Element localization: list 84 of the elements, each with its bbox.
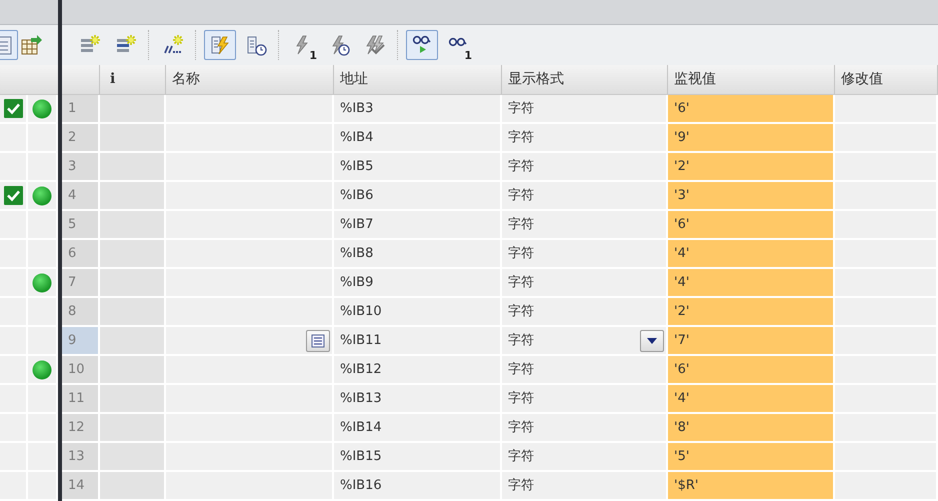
status-dot (32, 272, 52, 292)
table-cell-text: 字符 (508, 448, 534, 466)
table-cell: %IB3 (334, 95, 502, 122)
table-cell-text: 字符 (508, 216, 534, 234)
table-cell: '2' (668, 153, 835, 180)
checkbox[interactable] (4, 186, 22, 205)
table-cell-text: 字符 (508, 360, 534, 379)
table-cell-text: 字符 (508, 244, 534, 263)
table-cell: '3' (668, 182, 835, 209)
row-number[interactable]: 11 (62, 385, 100, 412)
table-cell-text: 字符 (508, 274, 534, 292)
row-number[interactable]: 13 (62, 443, 100, 470)
table-cell: '2' (668, 298, 835, 325)
row-number[interactable]: 12 (62, 414, 100, 441)
column-header[interactable]: 名称 (166, 65, 334, 94)
table-cell-text: 字符 (508, 128, 534, 147)
status-dot (32, 186, 52, 206)
row-number[interactable]: 1 (62, 95, 100, 122)
caret-icon (647, 338, 657, 344)
toolbar-button[interactable]: 1 (287, 30, 319, 60)
table-cell: '4' (668, 240, 835, 267)
table-cell: %IB5 (334, 153, 502, 180)
dropdown-button[interactable] (640, 330, 664, 352)
row-number[interactable]: 8 (62, 298, 100, 325)
table-cell: %IB16 (334, 472, 502, 499)
list-lightning-icon (209, 34, 231, 56)
table-cell-text: 字符 (508, 476, 534, 495)
table-cell: '6' (668, 356, 835, 383)
panel-header-bar (0, 0, 58, 25)
row-number[interactable]: 14 (62, 472, 100, 499)
column-header[interactable]: 显示格式 (502, 65, 668, 94)
column-header[interactable]: 监视值 (668, 65, 835, 94)
table-cell: %IB4 (334, 124, 502, 151)
table-cell: %IB13 (334, 385, 502, 412)
checkbox[interactable] (4, 99, 22, 118)
table-arrow-icon (20, 34, 42, 56)
table-cell: %IB7 (334, 211, 502, 238)
table-cell: %IB12 (334, 356, 502, 383)
table-cell: %IB11 (334, 327, 502, 354)
lightning-check-icon (364, 34, 386, 56)
column-header[interactable]: i (100, 65, 166, 94)
list-clock-icon (245, 34, 267, 56)
list-icon (311, 334, 325, 348)
toolbar-button[interactable]: 1 (442, 30, 474, 60)
status-dot (32, 98, 52, 118)
row-number[interactable]: 9 (62, 327, 100, 354)
table-cell: '6' (668, 211, 835, 238)
column-header[interactable]: 地址 (334, 65, 502, 94)
table-cell-text: 字符 (508, 390, 534, 408)
glasses-icon (447, 36, 469, 46)
table-cell: %IB10 (334, 298, 502, 325)
row-number[interactable]: 6 (62, 240, 100, 267)
list-button[interactable] (306, 330, 330, 352)
table-cell: %IB9 (334, 269, 502, 296)
table-cell-text: 字符 (508, 186, 534, 205)
table-cell: '6' (668, 95, 835, 122)
glasses-play-icon (411, 34, 433, 56)
table-cell-text: 字符 (508, 158, 534, 176)
row-number[interactable]: 7 (62, 269, 100, 296)
toolbar-button[interactable] (406, 30, 438, 60)
table-cell: %IB6 (334, 182, 502, 209)
table-cell: %IB15 (334, 443, 502, 470)
table-cell: '4' (668, 269, 835, 296)
column-header[interactable]: 修改值 (835, 65, 938, 94)
table-cell: %IB8 (334, 240, 502, 267)
table-cell-text: 字符 (508, 100, 534, 118)
table-cell: '8' (668, 414, 835, 441)
table-cell: '4' (668, 385, 835, 412)
table-cell: '5' (668, 443, 835, 470)
table-cell: %IB14 (334, 414, 502, 441)
row-number[interactable]: 4 (62, 182, 100, 209)
table-cell-text: 字符 (508, 332, 534, 350)
row-number[interactable]: 10 (62, 356, 100, 383)
column-header (0, 65, 58, 95)
row-number[interactable]: 3 (62, 153, 100, 180)
row-number[interactable]: 5 (62, 211, 100, 238)
table-cell-text: 字符 (508, 302, 534, 321)
table-cell: '$R' (668, 472, 835, 499)
row-number[interactable]: 2 (62, 124, 100, 151)
table-cell: '9' (668, 124, 835, 151)
table-cell: '7' (668, 327, 835, 354)
slashes-star-icon (162, 34, 184, 56)
table-cell-text: 字符 (508, 418, 534, 437)
status-dot (32, 360, 52, 380)
